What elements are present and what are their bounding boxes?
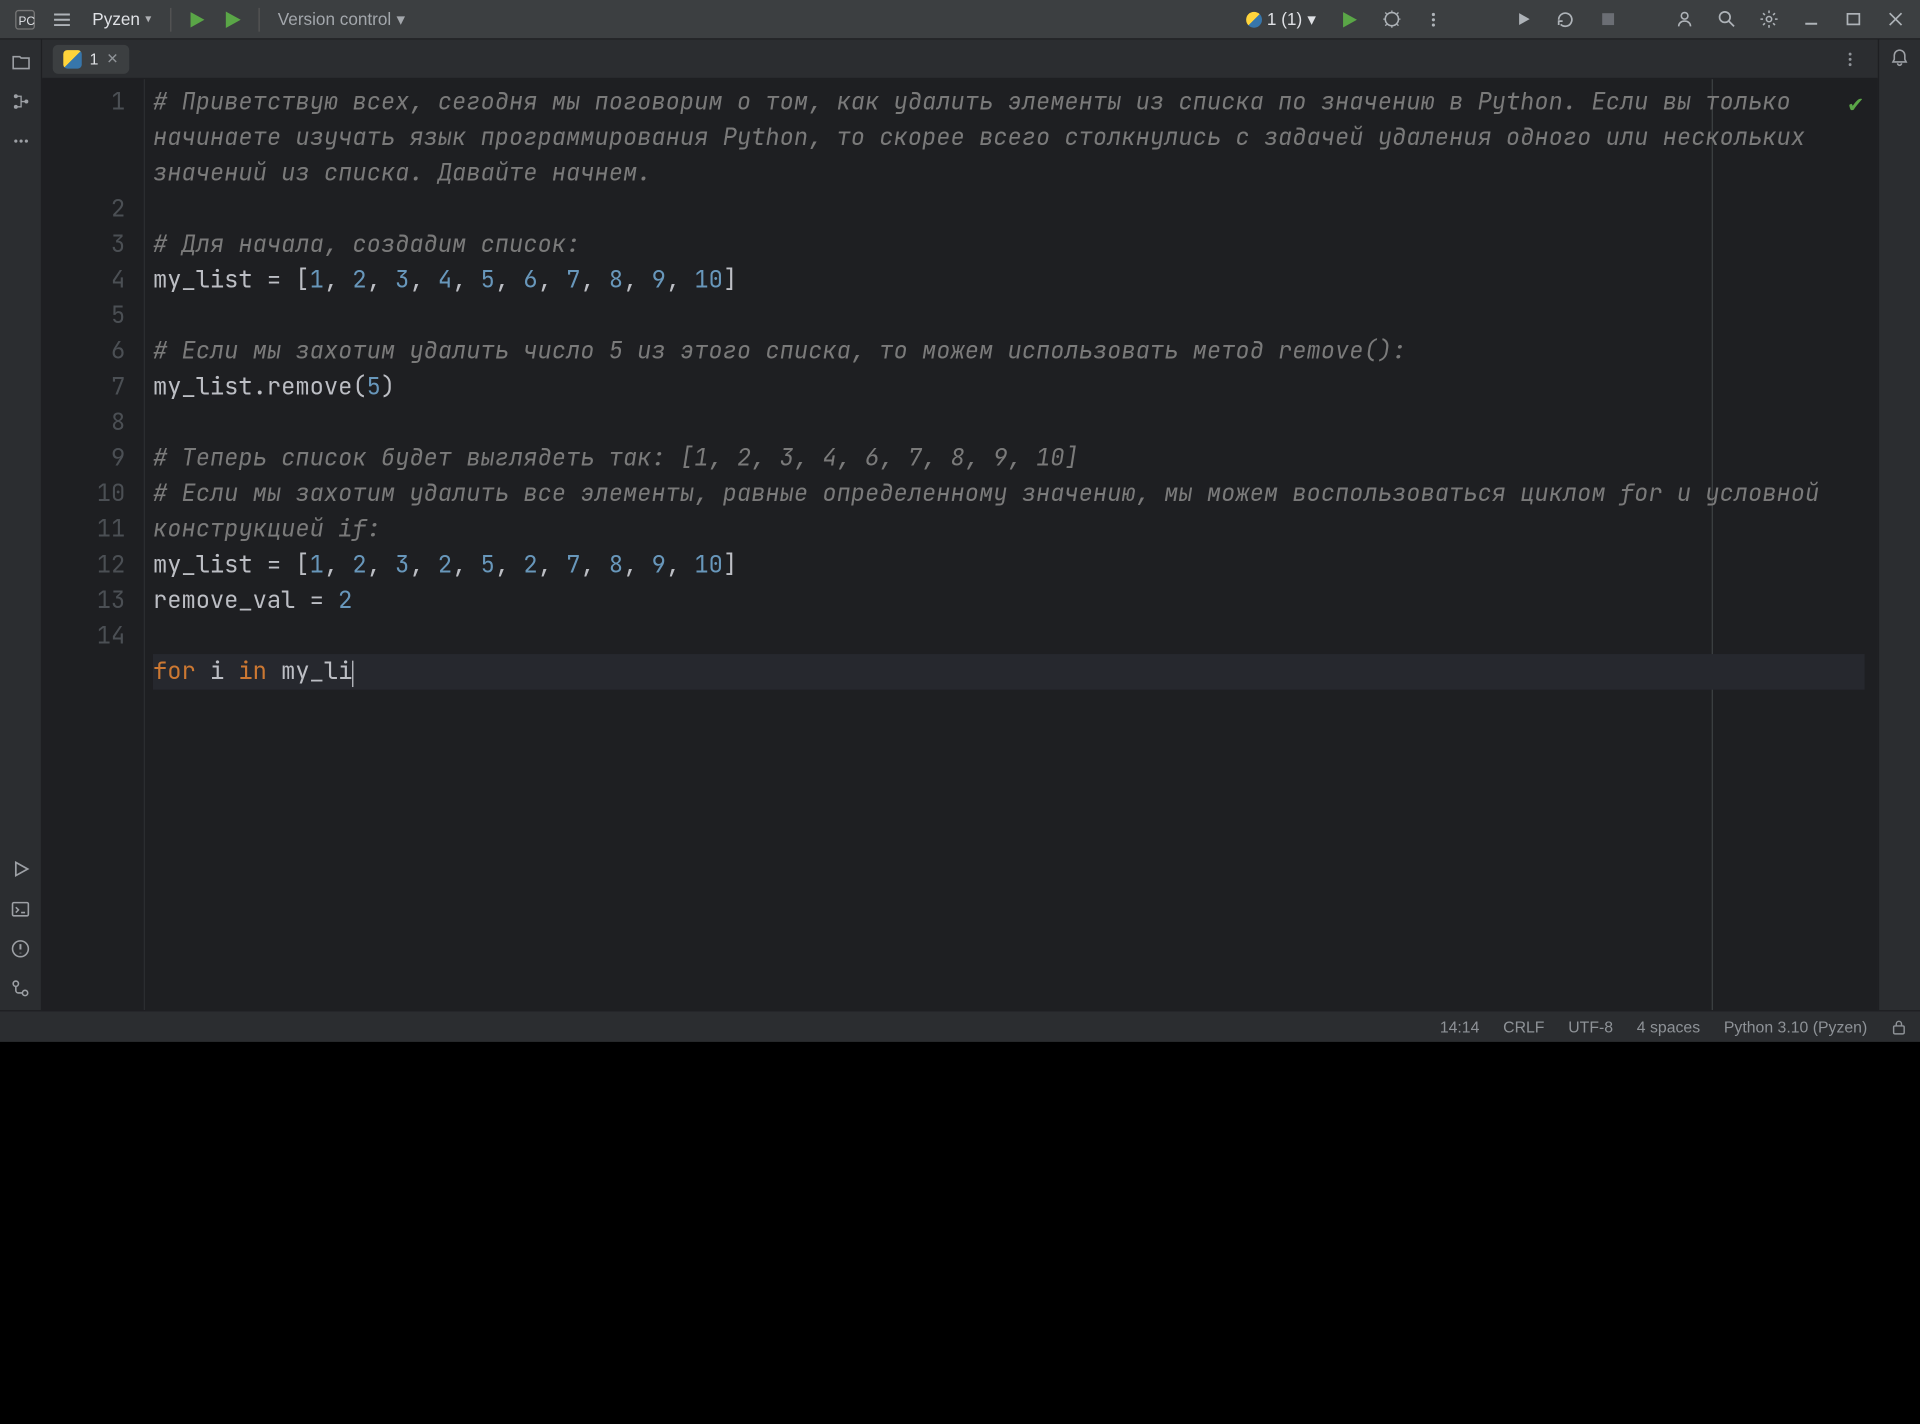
main-toolbar: PC Pyzen ▾ Version control ▾ xyxy=(0,0,1920,40)
terminal-tool-icon[interactable] xyxy=(6,894,35,923)
python-file-icon xyxy=(63,49,81,67)
project-tool-icon[interactable] xyxy=(6,47,35,76)
debug-run-button[interactable] xyxy=(216,2,250,36)
chevron-down-icon: ▾ xyxy=(396,9,405,30)
more-tools-icon[interactable] xyxy=(6,127,35,156)
line-gutter: 1234567891011121314 xyxy=(42,79,145,1010)
debug-button[interactable] xyxy=(1374,2,1408,36)
python-icon xyxy=(1246,11,1262,27)
structure-tool-icon[interactable] xyxy=(6,87,35,116)
rerun-button[interactable] xyxy=(1548,2,1582,36)
code-area[interactable]: # Приветствую всех, сегодня мы поговорим… xyxy=(145,79,1878,1010)
version-control-dropdown[interactable]: Version control ▾ xyxy=(267,2,415,36)
chevron-down-icon: ▾ xyxy=(145,12,151,27)
run-button[interactable] xyxy=(179,2,213,36)
editor-column: 1 ✕ ✔ 1234567891011121314 # Приветствую … xyxy=(42,40,1878,1011)
ai-count: 1 (1) xyxy=(1267,9,1302,29)
stop-button[interactable] xyxy=(1590,2,1624,36)
editor-tab[interactable]: 1 ✕ xyxy=(53,44,129,73)
main-area: 1 ✕ ✔ 1234567891011121314 # Приветствую … xyxy=(0,40,1920,1011)
code-with-me-button[interactable] xyxy=(1667,2,1701,36)
maximize-button[interactable] xyxy=(1836,2,1870,36)
chevron-down-icon: ▾ xyxy=(1307,9,1316,30)
ide-window: PC Pyzen ▾ Version control ▾ xyxy=(0,0,1920,1042)
cursor-position[interactable]: 14:14 xyxy=(1440,1017,1480,1035)
run-toolbar-button[interactable] xyxy=(1332,2,1366,36)
tab-more-icon[interactable] xyxy=(1833,42,1867,76)
close-tab-icon[interactable]: ✕ xyxy=(106,50,118,67)
svg-text:PC: PC xyxy=(18,13,35,27)
version-control-label: Version control xyxy=(278,9,391,29)
status-bar: 14:14 CRLF UTF-8 4 spaces Python 3.10 (P… xyxy=(0,1010,1920,1042)
line-separator[interactable]: CRLF xyxy=(1503,1017,1544,1035)
app-logo[interactable]: PC xyxy=(8,2,42,36)
search-button[interactable] xyxy=(1709,2,1743,36)
toolbar-separator xyxy=(170,7,171,31)
problems-tool-icon[interactable] xyxy=(6,934,35,963)
hamburger-menu-icon[interactable] xyxy=(45,2,79,36)
settings-button[interactable] xyxy=(1751,2,1785,36)
close-button[interactable] xyxy=(1878,2,1912,36)
more-actions-button[interactable] xyxy=(1416,2,1450,36)
project-dropdown[interactable]: Pyzen ▾ xyxy=(82,2,162,36)
run-tool-icon[interactable] xyxy=(6,855,35,884)
tab-label: 1 xyxy=(90,49,99,67)
code-editor[interactable]: ✔ 1234567891011121314 # Приветствую всех… xyxy=(42,79,1878,1010)
vcs-tool-icon[interactable] xyxy=(6,973,35,1002)
file-encoding[interactable]: UTF-8 xyxy=(1568,1017,1613,1035)
readonly-lock-icon[interactable] xyxy=(1891,1019,1907,1035)
ai-assistant-indicator[interactable]: 1 (1) ▾ xyxy=(1238,9,1324,30)
notifications-icon[interactable] xyxy=(1890,47,1910,67)
indent-setting[interactable]: 4 spaces xyxy=(1637,1017,1700,1035)
left-tool-rail xyxy=(0,40,42,1011)
play-button[interactable] xyxy=(1506,2,1540,36)
editor-tabbar: 1 ✕ xyxy=(42,40,1878,80)
toolbar-separator xyxy=(258,7,259,31)
right-tool-rail xyxy=(1878,40,1920,1011)
interpreter[interactable]: Python 3.10 (Pyzen) xyxy=(1724,1017,1867,1035)
project-name: Pyzen xyxy=(92,9,140,29)
minimize-button[interactable] xyxy=(1793,2,1827,36)
